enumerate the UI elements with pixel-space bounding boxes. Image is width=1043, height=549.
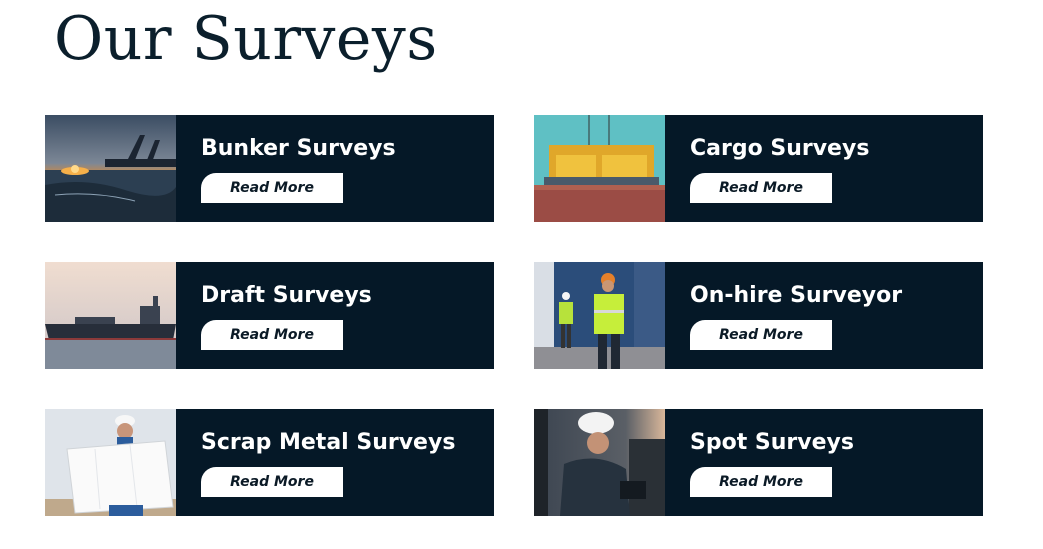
read-more-button[interactable]: Read More: [201, 173, 343, 203]
card-title: Draft Surveys: [201, 283, 372, 308]
read-more-button[interactable]: Read More: [690, 173, 832, 203]
card-title: Scrap Metal Surveys: [201, 430, 456, 455]
survey-grid: Bunker Surveys Read More Cargo Surveys R…: [45, 115, 983, 516]
survey-card-bunker: Bunker Surveys Read More: [45, 115, 494, 222]
card-title: Spot Surveys: [690, 430, 854, 455]
inspector-tablet-photo: [534, 409, 665, 516]
card-title: Bunker Surveys: [201, 136, 396, 161]
read-more-button[interactable]: Read More: [201, 467, 343, 497]
read-more-button[interactable]: Read More: [201, 320, 343, 350]
read-more-button[interactable]: Read More: [690, 467, 832, 497]
page-title: Our Surveys: [54, 4, 438, 74]
engineer-blueprint-photo: [45, 409, 176, 516]
card-title: On-hire Surveyor: [690, 283, 903, 308]
workers-hi-vis-photo: [534, 262, 665, 369]
survey-card-scrap-metal: Scrap Metal Surveys Read More: [45, 409, 494, 516]
read-more-button[interactable]: Read More: [690, 320, 832, 350]
survey-card-cargo: Cargo Surveys Read More: [534, 115, 983, 222]
tanker-ship-photo: [45, 262, 176, 369]
survey-card-on-hire: On-hire Surveyor Read More: [534, 262, 983, 369]
cargo-crane-photo: [534, 115, 665, 222]
survey-card-spot: Spot Surveys Read More: [534, 409, 983, 516]
survey-card-draft: Draft Surveys Read More: [45, 262, 494, 369]
card-title: Cargo Surveys: [690, 136, 870, 161]
port-sunset-photo: [45, 115, 176, 222]
